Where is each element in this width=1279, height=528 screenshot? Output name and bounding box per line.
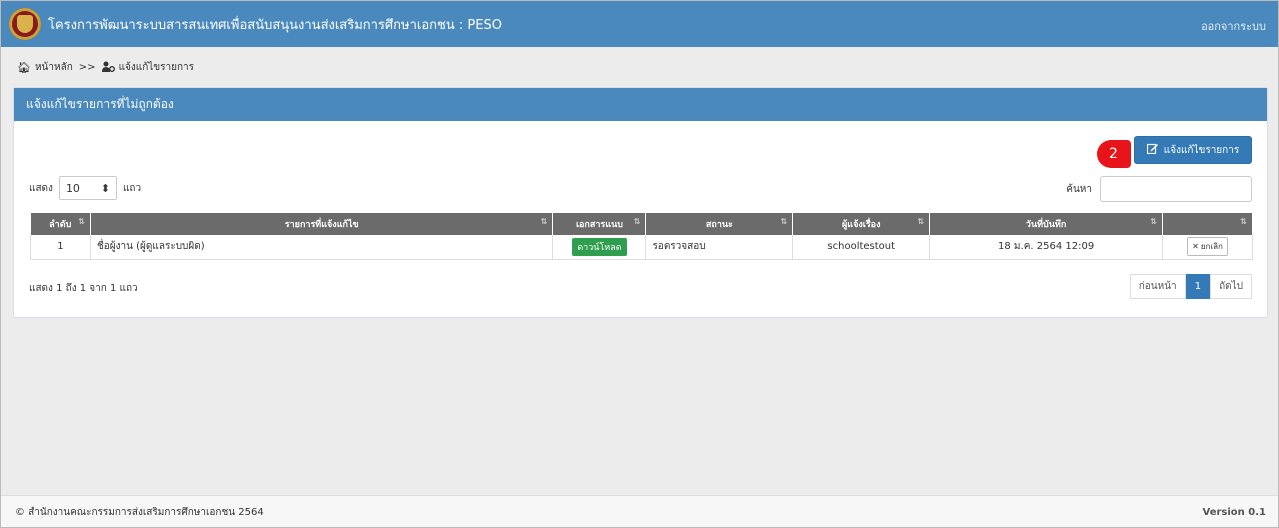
footer: © สำนักงานคณะกรรมการส่งเสริมการศึกษาเอกช… <box>1 495 1278 527</box>
logout-link[interactable]: ออกจากระบบ <box>1201 17 1266 35</box>
cancel-label: ยกเลิก <box>1200 242 1223 252</box>
table-row: 1 ชื่อผู้งาน (ผู้ดูแลระบบผิด) ดาวน์โหลด … <box>30 235 1253 260</box>
footer-version: Version 0.1 <box>1202 506 1266 518</box>
report-correction-label: แจ้งแก้ไขรายการ <box>1163 144 1240 156</box>
select-arrows-icon: ⬍ <box>100 181 110 195</box>
table-info: แสดง 1 ถึง 1 จาก 1 แถว <box>29 283 138 294</box>
pagination: ก่อนหน้า 1 ถัดไป <box>1129 274 1252 299</box>
page-length-select[interactable]: 10 ⬍ <box>58 176 117 200</box>
report-correction-button[interactable]: แจ้งแก้ไขรายการ <box>1134 136 1252 164</box>
column-header-status[interactable]: สถานะ ⇅ <box>645 213 794 235</box>
page-length-value: 10 <box>65 181 80 195</box>
column-header-no[interactable]: ลำดับ ⇅ <box>30 213 91 235</box>
next-page-button[interactable]: ถัดไป <box>1210 274 1252 299</box>
cancel-button[interactable]: ✕ ยกเลิก <box>1187 237 1228 257</box>
cell-reporter: schooltestout <box>792 235 931 260</box>
sort-icon: ⇅ <box>1240 217 1247 226</box>
search-input[interactable] <box>1100 176 1252 202</box>
sort-icon: ⇅ <box>540 217 548 226</box>
correction-panel: แจ้งแก้ไขรายการที่ไม่ถูกต้อง 2 แจ้งแก้ไข… <box>13 87 1268 318</box>
panel-title: แจ้งแก้ไขรายการที่ไม่ถูกต้อง <box>26 97 174 111</box>
page-1-button[interactable]: 1 <box>1185 274 1211 299</box>
corrections-table: ลำดับ ⇅ รายการที่แจ้งแก้ไข ⇅ เอกสารแนบ ⇅ สถ… <box>30 213 1253 260</box>
step-marker-number: 2 <box>1109 146 1118 162</box>
breadcrumb: 🏠︎ หน้าหลัก >> แจ้งแก้ไขรายการ <box>17 60 194 75</box>
top-navbar: โครงการพัฒนาระบบสารสนเทศเพื่อสนับสนุนงาน… <box>1 1 1278 47</box>
column-header-item[interactable]: รายการที่แจ้งแก้ไข ⇅ <box>90 213 554 235</box>
sort-icon: ⇅ <box>780 217 788 226</box>
cell-status: รอตรวจสอบ <box>645 235 794 260</box>
search-control: ค้นหา <box>1066 176 1252 202</box>
edit-icon <box>1146 143 1158 157</box>
step-marker-badge: 2 <box>1097 140 1131 168</box>
sort-icon: ⇅ <box>917 217 925 226</box>
sort-icon: ⇅ <box>78 217 85 226</box>
length-suffix: แถว <box>122 182 142 194</box>
download-badge[interactable]: ดาวน์โหลด <box>572 237 627 256</box>
app-title: โครงการพัฒนาระบบสารสนเทศเพื่อสนับสนุนงาน… <box>48 17 502 33</box>
prev-page-button[interactable]: ก่อนหน้า <box>1129 274 1186 299</box>
column-header-action[interactable]: ⇅ <box>1162 213 1253 235</box>
app-window: โครงการพัฒนาระบบสารสนเทศเพื่อสนับสนุนงาน… <box>0 0 1279 528</box>
home-icon: 🏠︎ <box>17 61 31 74</box>
panel-header: แจ้งแก้ไขรายการที่ไม่ถูกต้อง <box>14 88 1267 121</box>
cell-date: 18 ม.ค. 2564 12:09 <box>929 235 1163 260</box>
close-icon: ✕ <box>1192 242 1199 252</box>
user-gear-icon <box>101 61 115 75</box>
cell-no: 1 <box>30 235 91 260</box>
breadcrumb-home-link[interactable]: หน้าหลัก <box>35 60 73 75</box>
footer-copyright: © สำนักงานคณะกรรมการส่งเสริมการศึกษาเอกช… <box>15 506 264 518</box>
logo-emblem-icon <box>9 8 41 40</box>
length-prefix: แสดง <box>29 182 53 194</box>
column-header-attachment[interactable]: เอกสารแนบ ⇅ <box>552 213 647 235</box>
sort-icon: ⇅ <box>633 217 641 226</box>
page-length-control: แสดง 10 ⬍ แถว <box>29 176 141 200</box>
sort-icon: ⇅ <box>1150 217 1157 226</box>
search-label: ค้นหา <box>1066 183 1092 195</box>
column-header-reporter[interactable]: ผู้แจ้งเรื่อง ⇅ <box>792 213 931 235</box>
cell-item: ชื่อผู้งาน (ผู้ดูแลระบบผิด) <box>90 235 554 260</box>
column-header-date[interactable]: วันที่บันทึก ⇅ <box>929 213 1163 235</box>
breadcrumb-separator: >> <box>78 62 96 73</box>
breadcrumb-current: แจ้งแก้ไขรายการ <box>118 62 195 73</box>
